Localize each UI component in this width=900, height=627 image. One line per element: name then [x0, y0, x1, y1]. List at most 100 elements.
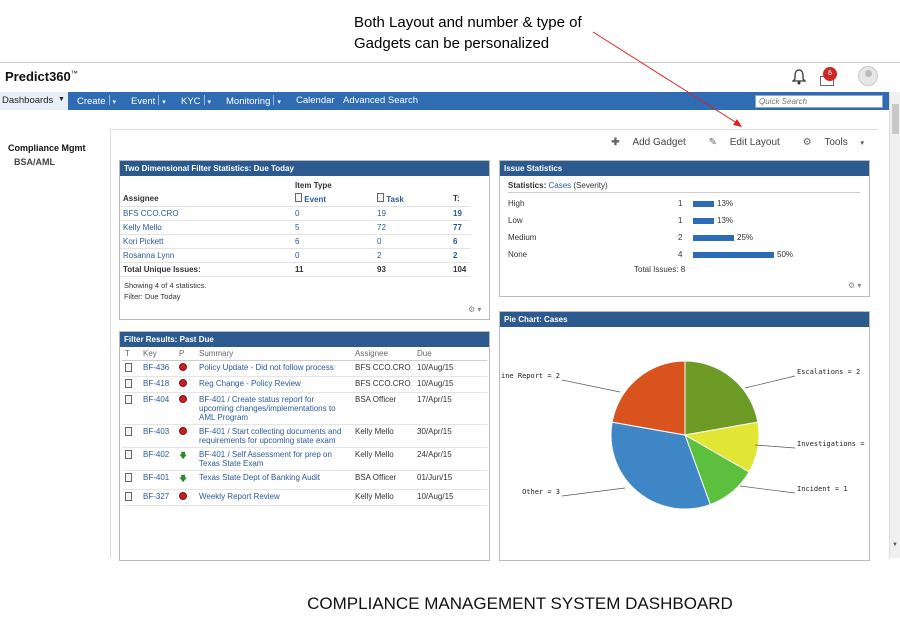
chevron-down-icon[interactable]: ▾ [277, 99, 281, 106]
issue-stat-row[interactable]: Medium 2 25% [500, 233, 870, 247]
issue-stats-subtitle: Statistics: Cases (Severity) [508, 181, 860, 193]
issue-stat-row[interactable]: None 4 50% [500, 250, 870, 264]
table-row[interactable]: BF-327 Weekly Report Review Kelly Mello 10/… [122, 489, 487, 506]
issue-key[interactable]: BF-404 [140, 392, 176, 425]
annotation-line-1: Both Layout and number & type of [354, 14, 582, 31]
page-scrollbar[interactable]: ▼ [889, 92, 900, 558]
nav-create[interactable]: Create ▾ [77, 95, 116, 107]
gear-icon: ⚙ [802, 137, 812, 148]
table-row[interactable]: BF-418 Reg Change - Policy Review BFS CCO.… [122, 376, 487, 393]
sidebar-title[interactable]: Compliance Mgmt [0, 141, 108, 155]
issue-summary[interactable]: BF-401 / Create status report for upcomi… [196, 392, 352, 425]
scroll-down-icon[interactable]: ▼ [892, 542, 898, 548]
table-row[interactable]: BF-402 🡇 BF-401 / Self Assessment for prep… [122, 447, 487, 471]
priority-high-icon [179, 379, 187, 387]
main-nav: Dashboards ▼ Create ▾ Event ▾ KYC ▾ Monitori… [0, 92, 890, 110]
priority-high-icon [179, 395, 187, 403]
chevron-down-icon[interactable]: ▾ [208, 99, 212, 106]
app-logo[interactable]: Predict360™ [5, 69, 78, 84]
pie-slice-label: Hotline Report = 2 [500, 372, 560, 380]
pie-label-connector [754, 444, 796, 449]
issue-assignee: Kelly Mello [352, 447, 414, 471]
nav-calendar[interactable]: Calendar [296, 95, 335, 106]
issue-summary[interactable]: BF-401 / Self Assessment for prep on Tex… [196, 447, 352, 471]
issue-summary[interactable]: Policy Update - Did not follow process [196, 360, 352, 377]
severity-percent: 50% [777, 250, 794, 259]
sidebar-item-bsa-aml[interactable]: BSA/AML [0, 155, 108, 169]
table-row[interactable]: Rosanna Lynn 0 2 2 [120, 248, 470, 263]
pie-slice-label: Escalations = 2 [797, 368, 860, 376]
table-row[interactable]: BF-436 Policy Update - Did not follow pro… [122, 360, 487, 377]
issue-key[interactable]: BF-401 [140, 470, 176, 490]
issue-key[interactable]: BF-418 [140, 376, 176, 393]
avatar[interactable] [858, 66, 878, 86]
gadget-title: Issue Statistics [500, 161, 869, 176]
document-icon [125, 363, 132, 372]
col-task[interactable]: Task [374, 192, 450, 207]
document-icon [125, 379, 132, 388]
gear-icon[interactable]: ⚙ ▾ [468, 305, 481, 314]
pie-label-connector [744, 375, 796, 389]
issue-stat-row[interactable]: High 1 13% [500, 199, 870, 213]
gadget-title: Two Dimensional Filter Statistics: Due T… [120, 161, 489, 176]
two-dimensional-stats-gadget: Two Dimensional Filter Statistics: Due T… [119, 160, 490, 320]
top-bar: Predict360™ 6 [0, 63, 900, 92]
table-header: T Key P Summary Assignee Due [122, 347, 487, 361]
issue-stat-row[interactable]: Low 1 13% [500, 216, 870, 230]
col-assignee: Assignee [120, 192, 292, 207]
nav-dashboards[interactable]: Dashboards ▼ [0, 92, 68, 110]
table-row[interactable]: BFS CCO.CRO 0 19 19 [120, 206, 470, 221]
gadget-title: Pie Chart: Cases [500, 312, 869, 327]
nav-event[interactable]: Event ▾ [131, 95, 166, 107]
issue-key[interactable]: BF-403 [140, 424, 176, 448]
issue-summary[interactable]: Reg Change - Policy Review [196, 376, 352, 393]
severity-percent: 13% [717, 216, 734, 225]
severity-label: Low [508, 216, 523, 225]
severity-percent: 25% [737, 233, 754, 242]
chevron-down-icon[interactable]: ▼ [58, 96, 65, 103]
scroll-thumb[interactable] [892, 104, 899, 134]
severity-label: None [508, 250, 528, 259]
table-row[interactable]: Kelly Mello 5 72 77 [120, 220, 470, 235]
quick-search-input[interactable] [755, 95, 883, 108]
severity-count: 2 [678, 233, 683, 242]
issue-summary[interactable]: BF-401 / Start collecting documents and … [196, 424, 352, 448]
chevron-down-icon[interactable]: ▾ [162, 99, 166, 106]
priority-high-icon [179, 492, 187, 500]
nav-kyc[interactable]: KYC ▾ [181, 95, 211, 107]
issue-summary[interactable]: Weekly Report Review [196, 489, 352, 506]
table-row[interactable]: BF-401 🡇 Texas State Dept of Banking Audit… [122, 470, 487, 490]
issue-due: 10/Aug/15 [414, 376, 487, 393]
page-caption: COMPLIANCE MANAGEMENT SYSTEM DASHBOARD [307, 594, 733, 613]
severity-bar [693, 201, 714, 207]
filter-results-gadget: Filter Results: Past Due T Key P Summary… [119, 331, 490, 561]
gear-icon[interactable]: ⚙ ▾ [848, 281, 861, 290]
add-gadget-button[interactable]: ✚ Add Gadget [601, 137, 686, 148]
table-row[interactable]: Kori Pickett 6 0 6 [120, 234, 470, 249]
document-icon [125, 473, 132, 482]
total-row: Total Unique Issues: 11 93 104 [120, 262, 470, 277]
stats-table: Assignee Event Task T: BFS CCO.CRO 0 19 19 … [120, 192, 470, 277]
pie-slice[interactable] [611, 360, 686, 436]
issue-assignee: BSA Officer [352, 470, 414, 490]
table-row[interactable]: BF-403 BF-401 / Start collecting document… [122, 424, 487, 448]
mail-count-badge[interactable]: 6 [823, 67, 837, 81]
nav-monitoring[interactable]: Monitoring ▾ [226, 95, 281, 107]
issue-key[interactable]: BF-436 [140, 360, 176, 377]
bell-icon[interactable] [792, 69, 806, 85]
issue-assignee: BFS CCO.CRO [352, 360, 414, 377]
document-icon [125, 427, 132, 436]
issue-key[interactable]: BF-402 [140, 447, 176, 471]
col-total: T: [450, 192, 470, 207]
tools-button[interactable]: ⚙ Tools ▾ [793, 137, 864, 148]
issue-due: 01/Jun/15 [414, 470, 487, 490]
table-row[interactable]: BF-404 BF-401 / Create status report for … [122, 392, 487, 425]
issue-summary[interactable]: Texas State Dept of Banking Audit [196, 470, 352, 490]
filter-text: Filter: Due Today [124, 292, 181, 301]
edit-layout-button[interactable]: ✎ Edit Layout [699, 137, 780, 148]
nav-advanced-search[interactable]: Advanced Search [343, 95, 418, 106]
issue-due: 24/Apr/15 [414, 447, 487, 471]
issue-key[interactable]: BF-327 [140, 489, 176, 506]
chevron-down-icon[interactable]: ▾ [113, 99, 117, 106]
col-event[interactable]: Event [292, 192, 374, 207]
